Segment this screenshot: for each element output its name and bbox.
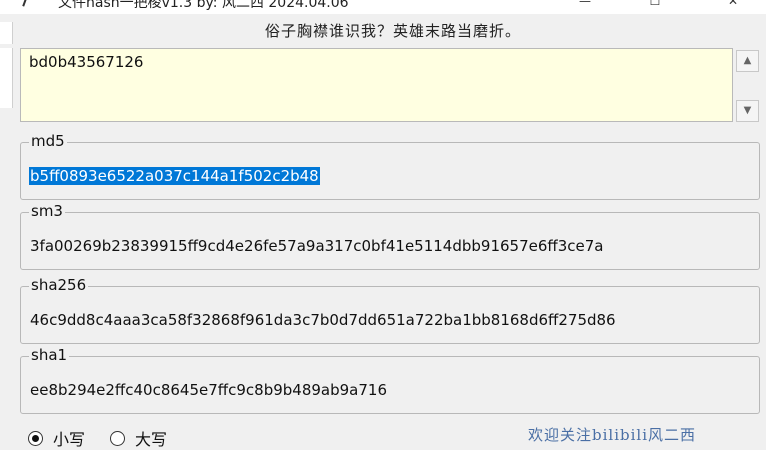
background-window-edge (0, 48, 13, 108)
input-scrollbar[interactable]: ▲ ▼ (734, 48, 762, 124)
input-value: bd0b43567126 (29, 53, 144, 71)
sha1-group: sha1 ee8b294e2ffc40c8645e7ffc9c8b9b489ab… (20, 346, 760, 414)
sha256-group: sha256 46c9dd8c4aaa3ca58f32868f961da3c7b… (20, 276, 760, 344)
sm3-value-field[interactable]: 3fa00269b23839915ff9cd4e26fe57a9a317c0bf… (30, 237, 604, 255)
footer-follow-link[interactable]: 欢迎关注bilibili风二西 (528, 424, 696, 445)
minimize-button[interactable]: — (562, 0, 608, 14)
window-title: 文件hash一把梭v1.3 by: 风二西 2024.04.06 (58, 0, 349, 11)
md5-value-field[interactable]: b5ff0893e6522a037c144a1f502c2b48 (29, 167, 320, 185)
uppercase-radio[interactable]: 大写 (110, 426, 167, 450)
maximize-button[interactable]: ☐ (632, 0, 678, 14)
sha256-label: sha256 (29, 276, 89, 294)
sha1-value-field[interactable]: ee8b294e2ffc40c8645e7ffc9c8b9b489ab9a716 (30, 381, 387, 399)
uppercase-label: 大写 (135, 430, 168, 449)
window-left-edge (0, 130, 14, 448)
slogan: 俗子胸襟谁识我？英雄末路当磨折。 (264, 22, 521, 40)
scroll-down-button[interactable]: ▼ (736, 100, 759, 122)
input-textarea[interactable]: bd0b43567126 (20, 48, 733, 122)
md5-label: md5 (29, 132, 67, 150)
lowercase-label: 小写 (53, 430, 86, 449)
sha1-label: sha1 (29, 346, 70, 364)
scroll-up-button[interactable]: ▲ (736, 50, 759, 72)
lowercase-radio[interactable]: 小写 (28, 426, 85, 450)
radio-checked-icon (28, 431, 43, 446)
close-button[interactable]: ✕ (710, 0, 756, 14)
radio-unchecked-icon (110, 431, 125, 446)
sm3-group: sm3 3fa00269b23839915ff9cd4e26fe57a9a317… (20, 202, 760, 270)
sha256-value-field[interactable]: 46c9dd8c4aaa3ca58f32868f961da3c7b0d7dd65… (30, 311, 616, 329)
sm3-label: sm3 (29, 202, 65, 220)
feather-icon (22, 0, 36, 10)
md5-group: md5 b5ff0893e6522a037c144a1f502c2b48 (20, 132, 760, 200)
title-bar: 文件hash一把梭v1.3 by: 风二西 2024.04.06 — ☐ ✕ (0, 0, 766, 14)
